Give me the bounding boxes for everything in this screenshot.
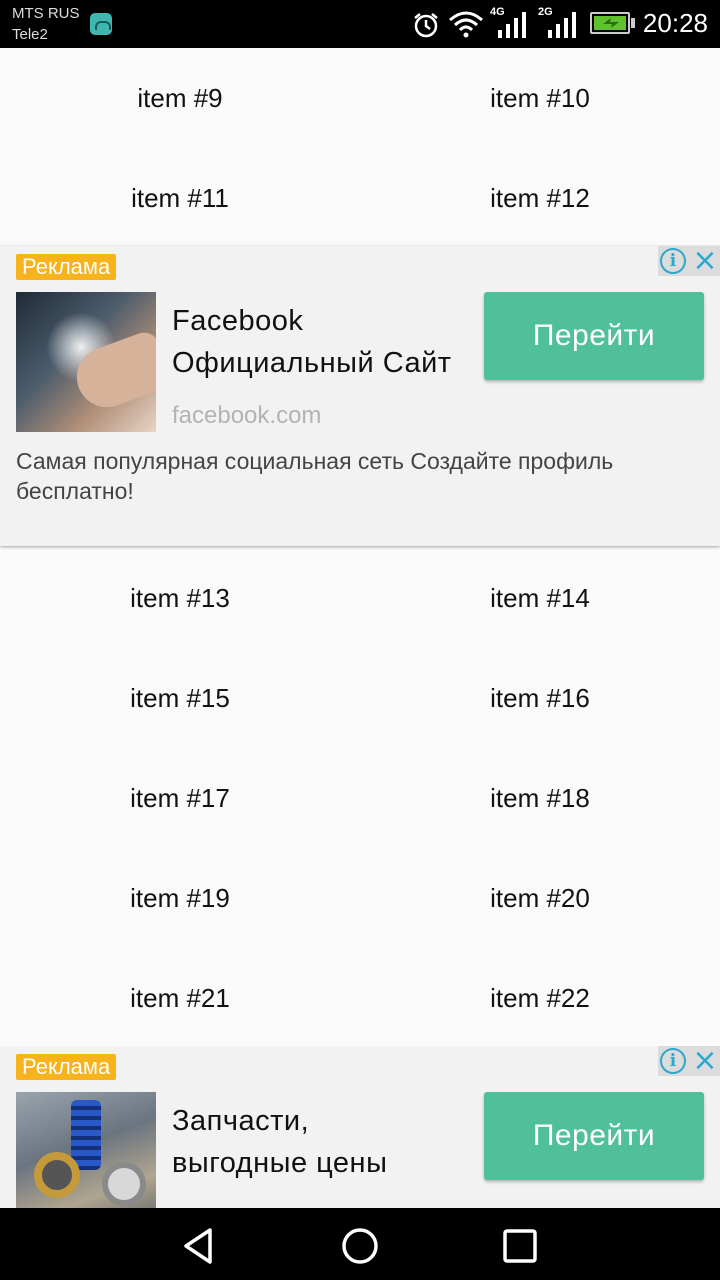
ad-cta-button[interactable]: Перейти (484, 292, 704, 380)
carrier-primary: MTS RUS (12, 5, 80, 22)
list-item[interactable]: item #11 (0, 148, 360, 248)
close-icon[interactable]: × (692, 246, 718, 276)
home-icon[interactable] (340, 1226, 380, 1266)
list-item[interactable]: item #18 (360, 748, 720, 848)
ad-domain: facebook.com (172, 402, 322, 429)
ad-title[interactable]: Facebook Официальный Сайт (172, 300, 482, 384)
native-ad-parts[interactable]: Реклама i × Запчасти, выгодные цены Пере… (0, 1046, 720, 1232)
list-item[interactable]: item #15 (0, 648, 360, 748)
ad-label: Реклама (16, 254, 117, 280)
carrier-secondary: Tele2 (12, 26, 48, 43)
ad-label: Реклама (16, 1054, 117, 1080)
list-item[interactable]: item #19 (0, 848, 360, 948)
ad-cta-button[interactable]: Перейти (484, 1092, 704, 1180)
recents-icon[interactable] (500, 1226, 540, 1266)
ad-image[interactable] (16, 292, 156, 432)
list-item[interactable]: item #10 (360, 48, 720, 148)
list-item[interactable]: item #9 (0, 48, 360, 148)
list-item[interactable]: item #22 (360, 948, 720, 1048)
signal-icon (498, 12, 526, 38)
info-icon[interactable]: i (660, 248, 686, 274)
back-icon[interactable] (180, 1226, 220, 1266)
navigation-bar (0, 1208, 720, 1280)
alarm-icon (414, 13, 438, 38)
battery-charging-icon (590, 12, 630, 34)
list-item[interactable]: item #21 (0, 948, 360, 1048)
wifi-icon (449, 11, 483, 38)
status-bar: MTS RUS Tele2 4G 2G 20:28 (0, 0, 720, 48)
ad-choices: i × (658, 246, 720, 276)
list-item[interactable]: item #16 (360, 648, 720, 748)
close-icon[interactable]: × (692, 1046, 718, 1076)
list-item[interactable]: item #17 (0, 748, 360, 848)
info-icon[interactable]: i (660, 1048, 686, 1074)
list-item[interactable]: item #13 (0, 548, 360, 648)
ad-title[interactable]: Запчасти, выгодные цены (172, 1100, 482, 1184)
list-item[interactable]: item #14 (360, 548, 720, 648)
native-ad-facebook[interactable]: Реклама i × Facebook Официальный Сайт fa… (0, 246, 720, 546)
signal-2-icon (548, 12, 576, 38)
status-time: 20:28 (642, 8, 708, 38)
list-item[interactable]: item #12 (360, 148, 720, 248)
ad-description: Самая популярная социальная сеть Создайт… (16, 448, 614, 504)
android-notification-icon (90, 13, 112, 35)
list-item[interactable]: item #20 (360, 848, 720, 948)
ad-choices: i × (658, 1046, 720, 1076)
